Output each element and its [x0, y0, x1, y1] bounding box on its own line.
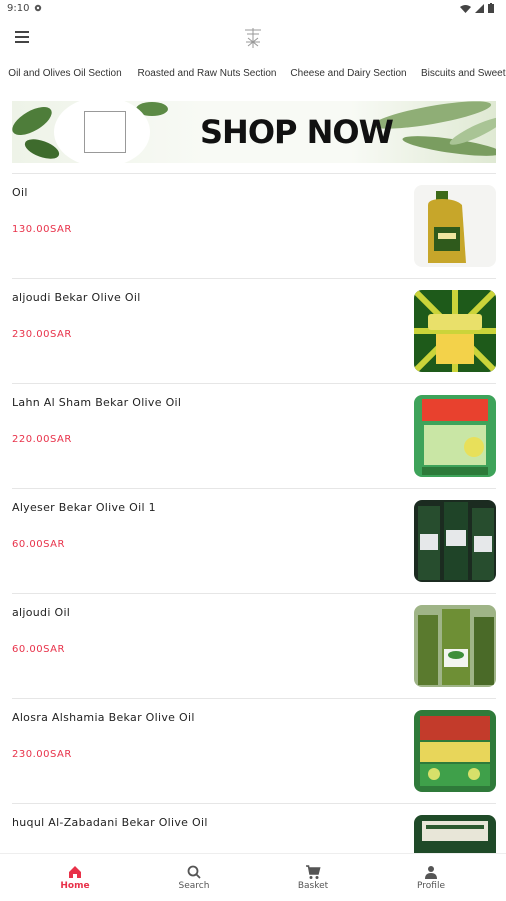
product-name: aljoudi Oil [12, 606, 71, 619]
product-price: 230.00SAR [12, 329, 72, 340]
product-image [414, 500, 496, 582]
product-row[interactable]: Lahn Al Sham Bekar Olive Oil 220.00SAR [12, 383, 496, 488]
home-icon [69, 866, 81, 878]
status-time: 9:10 [7, 3, 30, 14]
banner-text: SHOP NOW [200, 113, 394, 151]
product-image [414, 605, 496, 687]
store-logo [245, 28, 261, 48]
product-image [414, 710, 496, 792]
search-icon [187, 865, 201, 879]
product-name: Alyeser Bekar Olive Oil 1 [12, 501, 156, 514]
product-row[interactable]: aljoudi Bekar Olive Oil 230.00SAR [12, 278, 496, 383]
tab-roasted-and-raw-nuts[interactable]: Roasted and Raw Nuts Section [134, 60, 280, 90]
product-price: 130.00SAR [12, 224, 72, 235]
nav-basket[interactable]: Basket [268, 854, 358, 901]
product-price: 230.00SAR [12, 749, 72, 760]
product-list: Oil 130.00SAR aljoudi Bekar Olive Oil 23… [12, 173, 496, 897]
tab-oil-and-olives-oil[interactable]: Oil and Olives Oil Section [0, 60, 130, 90]
banner-frame [84, 111, 126, 153]
product-name: Oil [12, 186, 28, 199]
shop-now-banner[interactable]: SHOP NOW [12, 101, 496, 163]
product-row[interactable]: Oil 130.00SAR [12, 173, 496, 278]
product-image [414, 290, 496, 372]
nav-search[interactable]: Search [149, 854, 239, 901]
product-image [414, 395, 496, 477]
bottom-navigation: Home Search Basket Profile [0, 853, 506, 901]
tab-biscuits-and-sweet[interactable]: Biscuits and Sweet [421, 60, 506, 90]
wifi-icon [460, 4, 471, 13]
product-name: aljoudi Bekar Olive Oil [12, 291, 141, 304]
product-price: 60.00SAR [12, 644, 65, 655]
nav-home[interactable]: Home [30, 854, 120, 901]
status-indicators [460, 3, 494, 13]
battery-icon [488, 3, 494, 13]
product-image [414, 185, 496, 267]
signal-icon [475, 3, 484, 13]
person-icon [425, 866, 437, 879]
settings-gear-icon [34, 4, 42, 12]
product-price: 220.00SAR [12, 434, 72, 445]
product-name: huqul Al-Zabadani Bekar Olive Oil [12, 816, 208, 829]
tab-cheese-and-dairy[interactable]: Cheese and Dairy Section [285, 60, 412, 90]
status-bar: 9:10 [0, 0, 506, 20]
cart-icon [306, 865, 321, 879]
category-tabs: Oil and Olives Oil Section Roasted and R… [0, 60, 506, 90]
nav-profile[interactable]: Profile [386, 854, 476, 901]
menu-button[interactable] [12, 28, 34, 48]
product-name: Lahn Al Sham Bekar Olive Oil [12, 396, 182, 409]
app-bar [0, 22, 506, 56]
product-row[interactable]: aljoudi Oil 60.00SAR [12, 593, 496, 698]
product-name: Alosra Alshamia Bekar Olive Oil [12, 711, 195, 724]
menu-icon [15, 31, 29, 33]
product-row[interactable]: Alyeser Bekar Olive Oil 1 60.00SAR [12, 488, 496, 593]
product-price: 60.00SAR [12, 539, 65, 550]
product-row[interactable]: Alosra Alshamia Bekar Olive Oil 230.00SA… [12, 698, 496, 803]
